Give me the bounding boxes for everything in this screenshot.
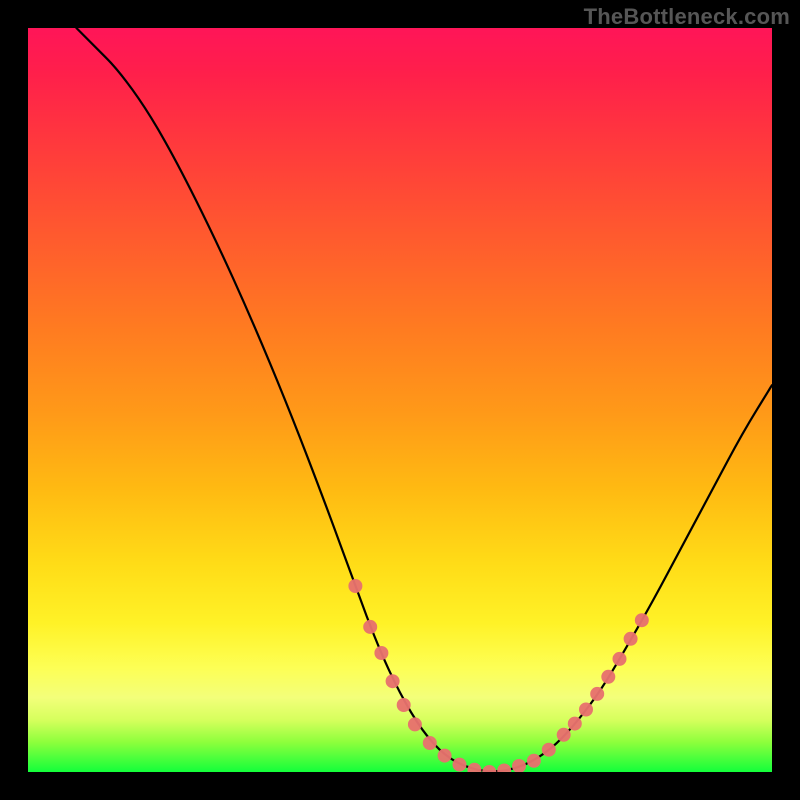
- marker-dot: [438, 749, 451, 762]
- marker-dot: [453, 758, 466, 771]
- marker-dot: [423, 737, 436, 750]
- marker-dot: [624, 632, 637, 645]
- marker-dot: [408, 718, 421, 731]
- marker-dot: [498, 764, 511, 772]
- plot-area: [28, 28, 772, 772]
- chart-stage: TheBottleneck.com: [0, 0, 800, 800]
- marker-dot: [557, 728, 570, 741]
- marker-dot: [602, 670, 615, 683]
- marker-dot: [527, 754, 540, 767]
- marker-dot: [613, 652, 626, 665]
- marker-dot: [364, 620, 377, 633]
- marker-dot: [483, 766, 496, 773]
- bottleneck-curve: [76, 28, 772, 771]
- marker-dot: [375, 647, 388, 660]
- marker-dot: [349, 580, 362, 593]
- curve-svg: [28, 28, 772, 772]
- marker-dot: [568, 717, 581, 730]
- marker-dot: [386, 675, 399, 688]
- marker-dot: [591, 687, 604, 700]
- marker-dot: [580, 703, 593, 716]
- marker-dot: [397, 699, 410, 712]
- marker-dot: [635, 614, 648, 627]
- marker-dot: [513, 760, 526, 773]
- marker-dot: [542, 743, 555, 756]
- highlighted-range-markers: [349, 580, 648, 773]
- marker-dot: [468, 763, 481, 772]
- watermark-text: TheBottleneck.com: [584, 4, 790, 30]
